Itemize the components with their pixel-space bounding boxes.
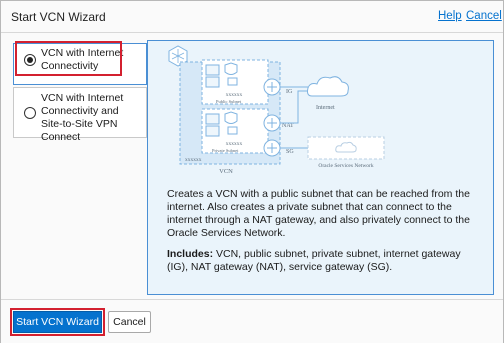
vcn-label: VCN — [219, 168, 233, 175]
security-list-icon — [224, 62, 238, 75]
public-subnet-label: Public Subnet — [216, 99, 242, 104]
route-table-icon — [227, 126, 238, 135]
start-vcn-wizard-dialog: Start VCN Wizard Help Cancel VCN with In… — [0, 0, 504, 343]
vcn-cidr: xxxxxx — [185, 157, 202, 163]
option-vcn-site-to-site-vpn[interactable]: VCN with Internet Connectivity and Site-… — [13, 87, 147, 143]
server-icon — [205, 113, 220, 125]
vcn-architecture-diagram: xxxxxx Public Subnet xxxxxx Private Subn… — [168, 45, 385, 175]
start-vcn-wizard-button[interactable]: Start VCN Wizard — [13, 311, 102, 333]
server-icon — [205, 125, 220, 137]
description-paragraph: Creates a VCN with a public subnet that … — [167, 188, 470, 239]
security-list-icon — [224, 111, 238, 124]
public-cidr: xxxxxx — [226, 92, 243, 98]
private-subnet-label: Private Subnet — [212, 148, 239, 153]
cancel-button[interactable]: Cancel — [108, 311, 151, 333]
dialog-title: Start VCN Wizard — [11, 10, 106, 24]
nat-label: NAT — [282, 123, 294, 129]
option-label: VCN with Internet Connectivity — [41, 47, 124, 72]
option-description: Creates a VCN with a public subnet that … — [167, 188, 483, 282]
radio-button-selected[interactable] — [24, 54, 36, 66]
help-link[interactable]: Help — [438, 10, 462, 22]
option-detail-panel: xxxxxx Public Subnet xxxxxx Private Subn… — [147, 40, 494, 295]
option-label: VCN with Internet Connectivity and Site-… — [41, 92, 124, 143]
nat-gateway-icon — [263, 114, 281, 132]
internet-gateway-icon — [263, 78, 281, 96]
includes-paragraph: Includes: VCN, public subnet, private su… — [167, 248, 483, 274]
option-vcn-internet-connectivity[interactable]: VCN with Internet Connectivity — [13, 43, 147, 85]
route-table-icon — [227, 77, 238, 86]
server-icon — [205, 64, 220, 76]
service-gateway-icon — [263, 139, 281, 157]
cancel-link[interactable]: Cancel — [466, 10, 502, 22]
internet-cloud-icon — [307, 76, 349, 97]
sg-label: SG — [286, 149, 294, 155]
radio-button[interactable] — [24, 107, 36, 119]
server-icon — [205, 76, 220, 88]
internet-label: Internet — [316, 105, 335, 111]
connector-lines — [280, 86, 308, 149]
private-cidr: xxxxxx — [226, 141, 243, 147]
includes-label: Includes: — [167, 248, 214, 260]
oracle-services-network-label: Oracle Services Network — [318, 163, 374, 169]
dialog-header: Start VCN Wizard Help Cancel — [1, 1, 503, 33]
ig-label: IG — [286, 89, 293, 95]
